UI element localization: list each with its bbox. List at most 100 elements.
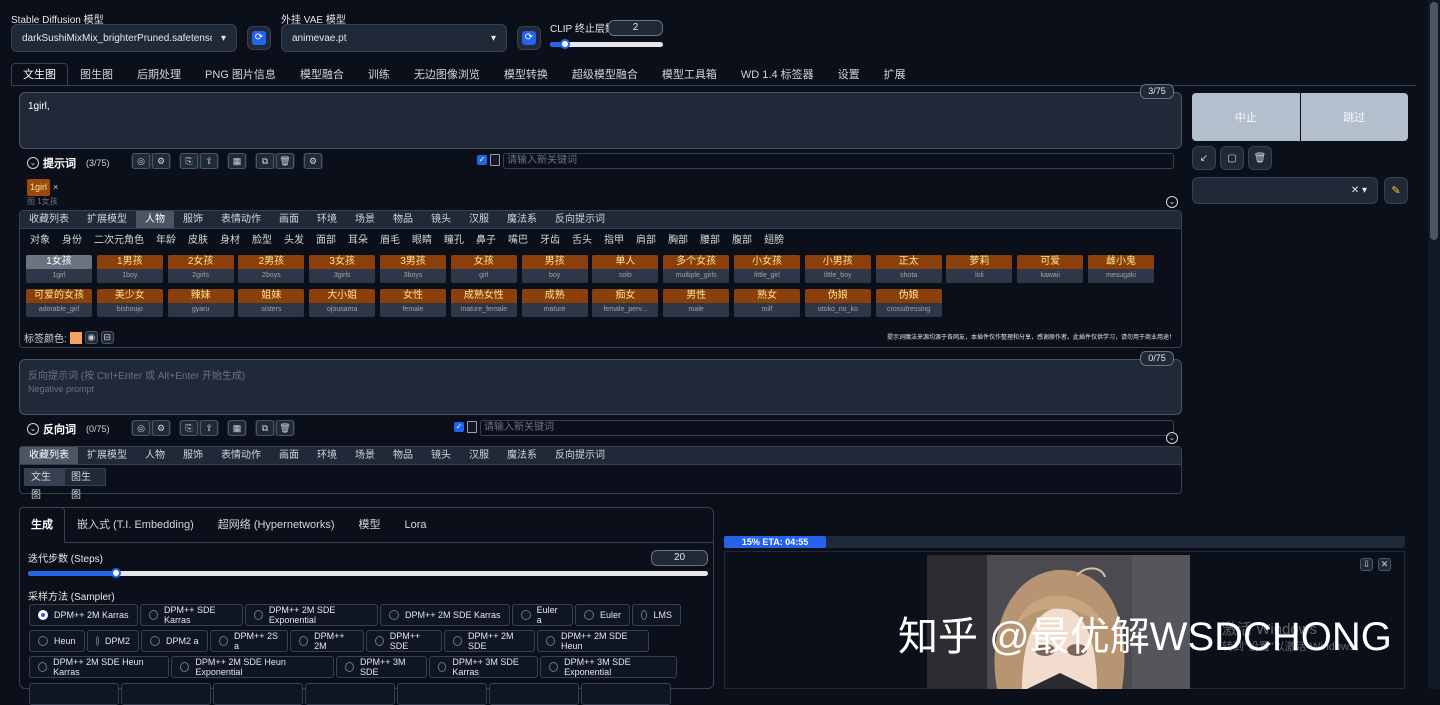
tag-button[interactable]: 成熟女性 mature_female bbox=[450, 289, 517, 317]
tab-main-8[interactable]: 超级模型融合 bbox=[560, 63, 650, 85]
sampler-option[interactable]: DPM++ 2M SDE bbox=[444, 630, 535, 652]
tag-button[interactable]: 男孩 boy bbox=[521, 255, 588, 283]
subcategory-5[interactable]: 身材 bbox=[214, 232, 246, 250]
sampler-option[interactable]: Euler bbox=[575, 604, 630, 626]
refresh-vae-button[interactable]: ⟳ bbox=[517, 26, 541, 50]
tab-main-11[interactable]: 设置 bbox=[826, 63, 872, 85]
checkbox-icon[interactable]: ✓ bbox=[454, 422, 464, 432]
subcategory-15[interactable]: 牙齿 bbox=[534, 232, 566, 250]
paste-button[interactable]: ▢ bbox=[1220, 146, 1244, 170]
steps-slider[interactable] bbox=[28, 568, 708, 578]
prompt-category-7[interactable]: 场景 bbox=[346, 211, 384, 228]
subcategory-10[interactable]: 眉毛 bbox=[374, 232, 406, 250]
chip-close-icon[interactable]: × bbox=[53, 182, 58, 192]
negative-category-7[interactable]: 场景 bbox=[346, 447, 384, 464]
collapse-icon[interactable]: ⌄ bbox=[27, 157, 39, 169]
checkbox-icon[interactable]: ✓ bbox=[477, 155, 487, 165]
tag-button[interactable]: 伪娘 crossdressing bbox=[875, 289, 942, 317]
tag-button[interactable]: 正太 shota bbox=[875, 255, 942, 283]
expand-icon[interactable]: ⌄ bbox=[1166, 196, 1178, 208]
tab-gen-1[interactable]: 嵌入式 (T.I. Embedding) bbox=[65, 507, 206, 543]
subcategory-1[interactable]: 身份 bbox=[56, 232, 88, 250]
export-icon[interactable]: ⇪ bbox=[200, 153, 218, 169]
tab-main-5[interactable]: 训练 bbox=[356, 63, 402, 85]
subcategory-17[interactable]: 指甲 bbox=[598, 232, 630, 250]
prompt-category-12[interactable]: 反向提示词 bbox=[546, 211, 614, 228]
tab-gen-2[interactable]: 超网络 (Hypernetworks) bbox=[206, 507, 347, 543]
tab-main-3[interactable]: PNG 图片信息 bbox=[193, 63, 288, 85]
subcategory-14[interactable]: 嘴巴 bbox=[502, 232, 534, 250]
negative-category-6[interactable]: 环境 bbox=[308, 447, 346, 464]
clip-slider-knob[interactable] bbox=[560, 39, 570, 49]
subcategory-18[interactable]: 肩部 bbox=[630, 232, 662, 250]
keyword-input[interactable]: 请输入新关键词 bbox=[503, 153, 1174, 169]
toggle-icon[interactable] bbox=[490, 154, 500, 166]
grid-icon[interactable]: ▦ bbox=[228, 420, 246, 436]
tab-main-7[interactable]: 模型转换 bbox=[492, 63, 560, 85]
subcategory-6[interactable]: 脸型 bbox=[246, 232, 278, 250]
sampler-option[interactable]: DPM++ 2S a bbox=[210, 630, 288, 652]
sampler-option[interactable]: Heun bbox=[29, 630, 85, 652]
palette-icon[interactable]: ◉ bbox=[84, 331, 98, 344]
negative-category-1[interactable]: 扩展模型 bbox=[78, 447, 136, 464]
download-icon[interactable]: ⇩ bbox=[1360, 558, 1373, 571]
subcategory-8[interactable]: 面部 bbox=[310, 232, 342, 250]
prompt-category-1[interactable]: 扩展模型 bbox=[78, 211, 136, 228]
tag-button[interactable]: 1女孩 1girl bbox=[26, 255, 92, 283]
negative-category-4[interactable]: 表情动作 bbox=[212, 447, 270, 464]
settings-icon[interactable]: ⚙ bbox=[304, 153, 322, 169]
export-icon[interactable]: ⇪ bbox=[200, 420, 218, 436]
negative-category-12[interactable]: 反向提示词 bbox=[546, 447, 614, 464]
tag-button[interactable]: 女性 female bbox=[380, 289, 446, 317]
tag-button[interactable]: 女孩 girl bbox=[450, 255, 517, 283]
import-icon[interactable]: ⎘ bbox=[180, 153, 198, 169]
edit-styles-button[interactable]: ✎ bbox=[1384, 177, 1408, 204]
negative-category-0[interactable]: 收藏列表 bbox=[20, 447, 78, 464]
negative-category-3[interactable]: 服饰 bbox=[174, 447, 212, 464]
prompt-category-3[interactable]: 服饰 bbox=[174, 211, 212, 228]
expand-icon[interactable]: ⌄ bbox=[1166, 432, 1178, 444]
sampler-option[interactable]: DPM2 a bbox=[141, 630, 208, 652]
subcategory-19[interactable]: 胸部 bbox=[662, 232, 694, 250]
copy-icon[interactable]: ⧉ bbox=[256, 420, 274, 436]
sampler-option[interactable] bbox=[29, 683, 119, 705]
subcategory-7[interactable]: 头发 bbox=[278, 232, 310, 250]
negative-prompt-textarea[interactable]: 反向提示词 (按 Ctrl+Enter 或 Alt+Enter 开始生成) Ne… bbox=[19, 359, 1182, 415]
subcategory-13[interactable]: 鼻子 bbox=[470, 232, 502, 250]
prompt-category-2[interactable]: 人物 bbox=[136, 211, 174, 228]
tag-button[interactable]: 痴女 female_perv... bbox=[592, 289, 659, 317]
tab-main-9[interactable]: 模型工具箱 bbox=[650, 63, 729, 85]
negative-subtab-1[interactable]: 图生图 bbox=[65, 469, 105, 501]
color-swatch[interactable] bbox=[69, 331, 82, 344]
tag-button[interactable]: 3女孩 3girls bbox=[309, 255, 376, 283]
tag-button[interactable]: 成熟 mature bbox=[521, 289, 588, 317]
sampler-option[interactable] bbox=[305, 683, 395, 705]
page-scrollbar[interactable] bbox=[1428, 0, 1440, 689]
tag-button[interactable]: 男性 male bbox=[663, 289, 730, 317]
tag-button[interactable]: 姐妹 sisters bbox=[238, 289, 305, 317]
sampler-option[interactable]: DPM++ 2M SDE Exponential bbox=[245, 604, 378, 626]
sd-model-select[interactable]: darkSushiMixMix_brighterPruned.safetenso… bbox=[11, 24, 237, 52]
negative-keyword-input[interactable]: 请输入新关键词 bbox=[480, 420, 1174, 436]
tag-button[interactable]: 多个女孩 multiple_girls bbox=[663, 255, 730, 283]
interrupt-button[interactable]: 中止 bbox=[1192, 93, 1300, 141]
sampler-option[interactable]: DPM++ 3M SDE bbox=[336, 656, 427, 678]
sampler-option[interactable]: LMS bbox=[632, 604, 681, 626]
sampler-option[interactable]: DPM++ 2M SDE Karras bbox=[380, 604, 510, 626]
prompt-textarea[interactable]: 1girl, bbox=[19, 92, 1182, 149]
prompt-category-10[interactable]: 汉服 bbox=[460, 211, 498, 228]
prompt-category-5[interactable]: 画面 bbox=[270, 211, 308, 228]
tab-main-4[interactable]: 模型融合 bbox=[288, 63, 356, 85]
toggle-icon[interactable] bbox=[467, 421, 477, 433]
refresh-models-button[interactable]: ⟳ bbox=[247, 26, 271, 50]
tag-button[interactable]: 小男孩 little_boy bbox=[804, 255, 871, 283]
subcategory-20[interactable]: 腰部 bbox=[694, 232, 726, 250]
keyword-toggle[interactable]: ✓ bbox=[477, 154, 500, 166]
tab-main-0[interactable]: 文生图 bbox=[11, 63, 68, 85]
subcategory-3[interactable]: 年龄 bbox=[150, 232, 182, 250]
collapse-icon[interactable]: ⌄ bbox=[27, 423, 39, 435]
tag-button[interactable]: 小女孩 little_girl bbox=[734, 255, 800, 283]
sampler-option[interactable]: DPM++ 2M bbox=[290, 630, 364, 652]
prompt-category-0[interactable]: 收藏列表 bbox=[20, 211, 78, 228]
subcategory-22[interactable]: 翅膀 bbox=[758, 232, 790, 250]
